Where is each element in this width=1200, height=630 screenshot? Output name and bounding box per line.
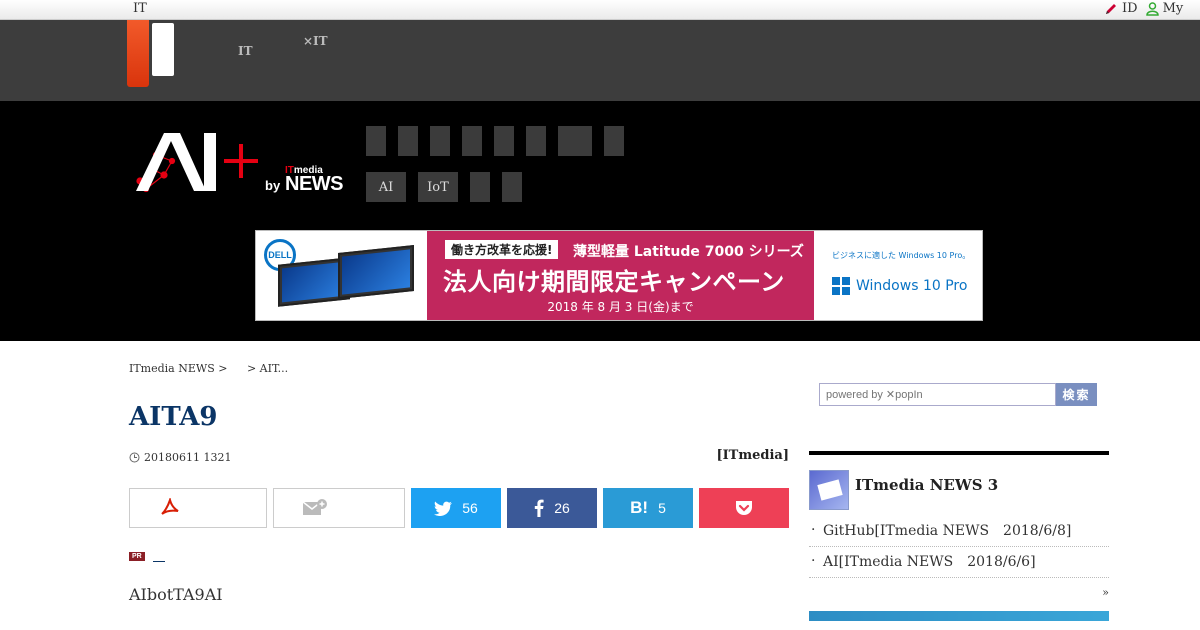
search-input[interactable] xyxy=(819,383,1056,406)
category-tab[interactable] xyxy=(398,126,418,156)
category-tab[interactable] xyxy=(502,172,522,202)
breadcrumb-home[interactable]: ITmedia NEWS > xyxy=(129,362,227,375)
facebook-share-count: 26 xyxy=(554,500,570,516)
pocket-button[interactable] xyxy=(699,488,789,528)
pr-link[interactable] xyxy=(152,550,165,562)
site-hero: ITmedia by NEWS AI IoT DELL 働き方改革を応援! 薄型… xyxy=(0,101,1200,341)
global-header: IT ×IT xyxy=(0,20,1200,101)
site-search: 検索 xyxy=(819,383,1097,406)
pdf-button[interactable] xyxy=(129,488,267,528)
facebook-icon xyxy=(535,499,544,517)
sidebar-ranking: ITmedia NEWS 3 GitHub[ITmedia NEWS 2018/… xyxy=(809,451,1109,621)
itmedia-logo-mark[interactable] xyxy=(127,20,149,87)
sidebar-list-item[interactable]: AI[ITmedia NEWS 2018/6/6] xyxy=(809,547,1109,578)
hatena-share-count: 5 xyxy=(658,500,666,516)
sidebar-more-link[interactable]: » xyxy=(809,586,1109,599)
category-tab[interactable] xyxy=(558,126,592,156)
dell-ad-banner[interactable]: DELL 働き方改革を応援! 薄型軽量 Latitude 7000 シリーズ 法… xyxy=(255,230,983,321)
breadcrumb: ITmedia NEWS > > AIT... xyxy=(129,362,288,375)
pdf-icon xyxy=(161,498,179,515)
laptop-image xyxy=(338,245,414,299)
my-link[interactable]: My xyxy=(1145,1,1183,16)
sidebar-list: GitHub[ITmedia NEWS 2018/6/8] AI[ITmedia… xyxy=(809,516,1109,578)
article-lead: AIbotTA9AI xyxy=(129,585,223,604)
twitter-share-button[interactable]: 56 xyxy=(411,488,501,528)
article-author: [ITmedia] xyxy=(716,448,789,463)
user-icon xyxy=(1145,1,1159,16)
category-tab[interactable] xyxy=(604,126,624,156)
sidebar-title: ITmedia NEWS 3 xyxy=(855,476,999,494)
category-tab[interactable] xyxy=(366,126,386,156)
id-link[interactable]: ID xyxy=(1104,1,1138,16)
category-tab-iot[interactable]: IoT xyxy=(418,172,458,202)
windows-icon xyxy=(832,277,850,295)
email-share-button[interactable] xyxy=(273,488,405,528)
article-date: 20180611 1321 xyxy=(129,451,231,464)
breadcrumb-current[interactable]: > AIT... xyxy=(247,362,288,375)
pencil-icon xyxy=(1106,3,1116,14)
twitter-share-count: 56 xyxy=(462,500,478,516)
clock-icon xyxy=(129,452,140,463)
site-link[interactable]: IT xyxy=(133,1,147,16)
category-tab[interactable] xyxy=(470,172,490,202)
pocket-icon xyxy=(736,501,752,515)
category-tab[interactable] xyxy=(526,126,546,156)
newsletter-icon xyxy=(809,470,849,510)
category-tab[interactable] xyxy=(494,126,514,156)
global-nav-item-1[interactable]: IT xyxy=(238,26,253,59)
category-tab[interactable] xyxy=(430,126,450,156)
twitter-icon xyxy=(434,501,453,516)
top-utility-bar: IT ID My xyxy=(0,0,1200,20)
sidebar-list-item[interactable]: GitHub[ITmedia NEWS 2018/6/8] xyxy=(809,516,1109,547)
mail-plus-icon xyxy=(302,499,327,515)
global-nav-item-2[interactable]: ×IT xyxy=(303,26,328,49)
article-title: AITA9 xyxy=(129,402,218,432)
sidebar-banner[interactable] xyxy=(809,611,1109,621)
hatena-bookmark-button[interactable]: B! 5 xyxy=(603,488,693,528)
pr-link-row: PR xyxy=(129,550,165,562)
pr-badge: PR xyxy=(129,551,145,561)
category-tab[interactable] xyxy=(462,126,482,156)
category-tab-ai[interactable]: AI xyxy=(366,172,406,202)
facebook-share-button[interactable]: 26 xyxy=(507,488,597,528)
ai-plus-logo[interactable] xyxy=(134,131,264,195)
search-button[interactable]: 検索 xyxy=(1056,383,1097,406)
hatena-icon: B! xyxy=(630,498,649,517)
itmedia-logo-mark-white xyxy=(152,23,174,76)
